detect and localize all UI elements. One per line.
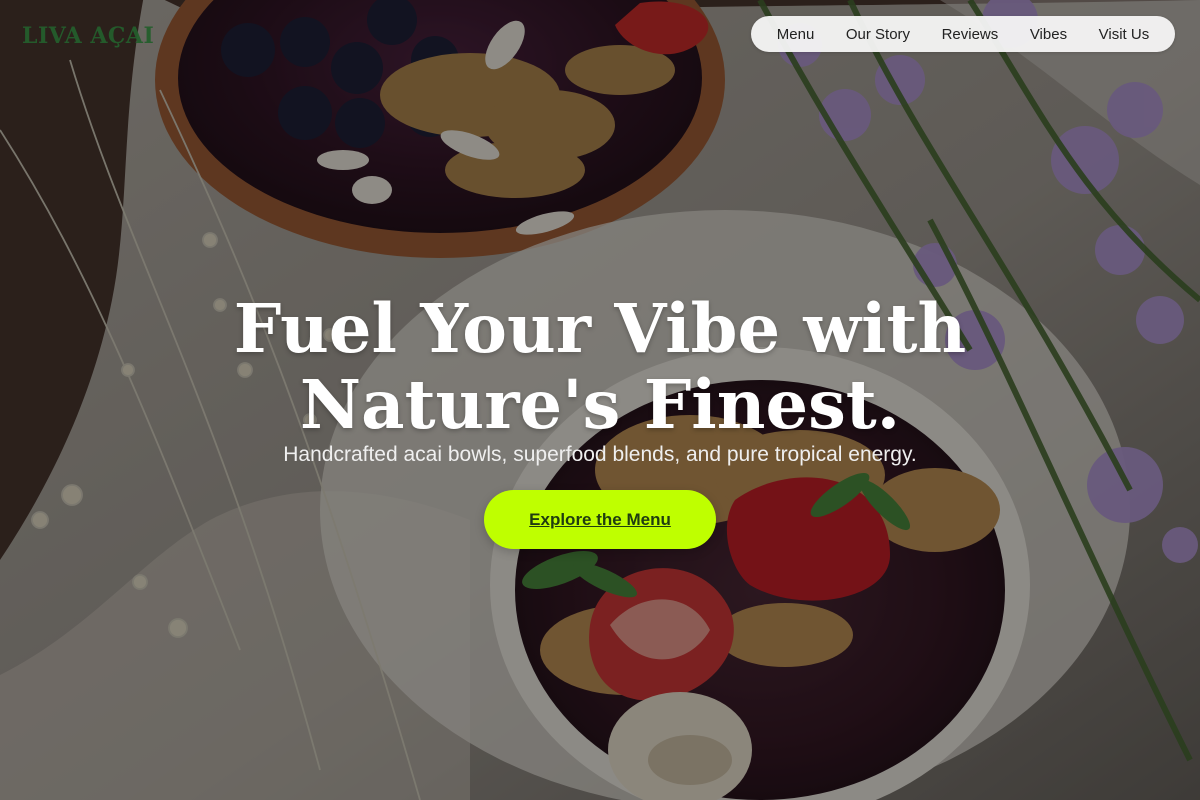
- nav-item-visit-us[interactable]: Visit Us: [1099, 27, 1150, 42]
- hero-section: LIVA AÇAI Menu Our Story Reviews Vibes V…: [0, 0, 1200, 800]
- nav-item-menu[interactable]: Menu: [777, 27, 815, 42]
- hero-headline-line-1: Fuel Your Vibe with: [233, 288, 967, 368]
- nav-item-vibes[interactable]: Vibes: [1030, 27, 1067, 42]
- hero-subheadline: Handcrafted acai bowls, superfood blends…: [283, 443, 917, 466]
- explore-menu-button[interactable]: Explore the Menu: [484, 490, 716, 549]
- brand-logo[interactable]: LIVA AÇAI: [22, 23, 154, 49]
- hero-headline: Fuel Your Vibe with Nature's Finest.: [0, 288, 1200, 444]
- nav-item-reviews[interactable]: Reviews: [942, 27, 999, 42]
- hero-headline-line-2: Nature's Finest.: [299, 364, 901, 444]
- nav-item-our-story[interactable]: Our Story: [846, 27, 910, 42]
- top-navigation: Menu Our Story Reviews Vibes Visit Us: [751, 16, 1175, 52]
